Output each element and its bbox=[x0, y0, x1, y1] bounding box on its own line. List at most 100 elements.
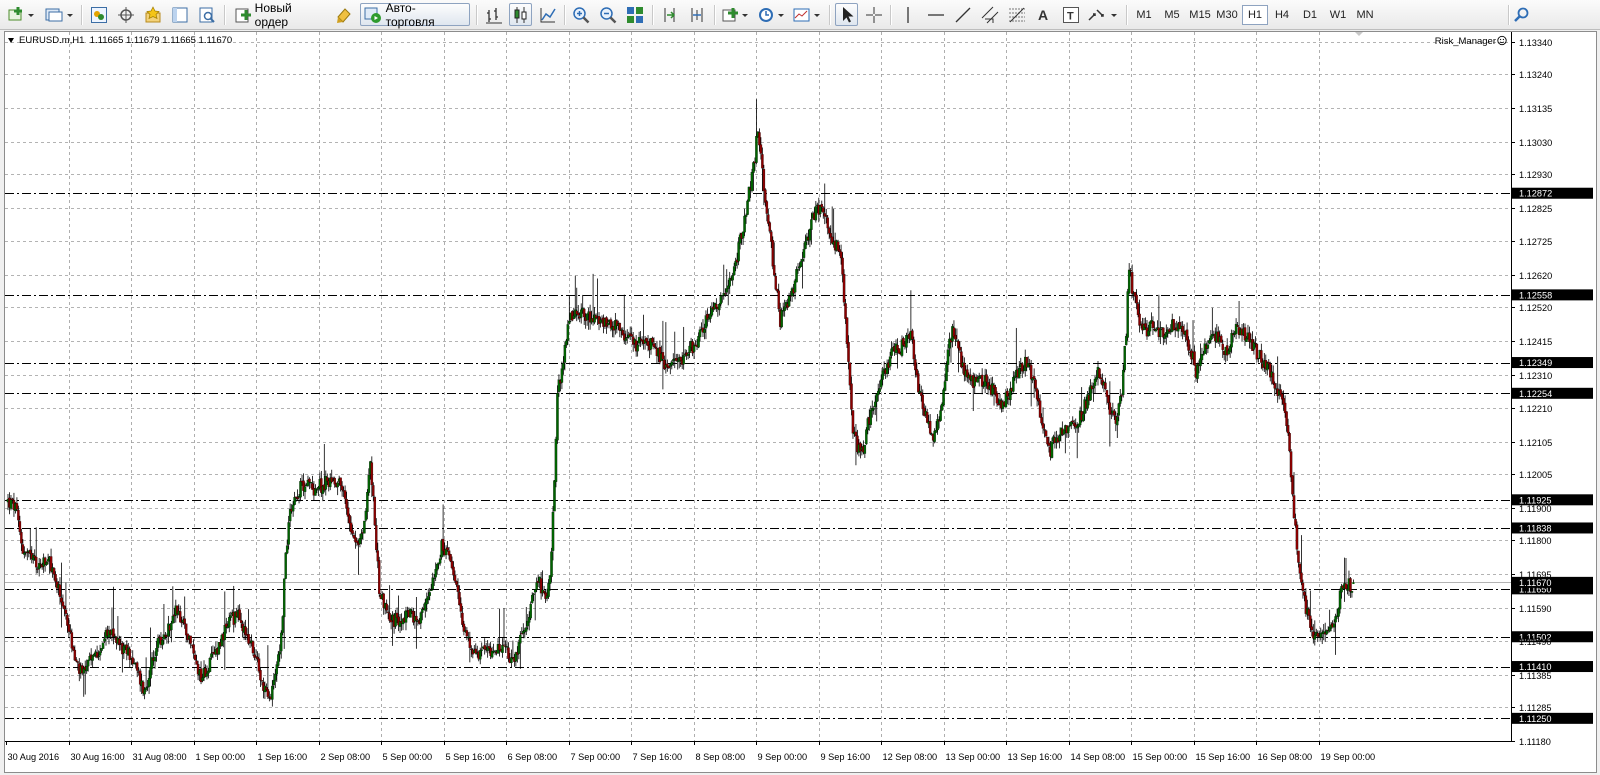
candle bbox=[161, 638, 164, 650]
periods-button[interactable] bbox=[756, 3, 788, 26]
candle bbox=[885, 359, 889, 378]
text-label-button[interactable]: T bbox=[1059, 3, 1082, 26]
timeframe-w1-button[interactable]: W1 bbox=[1325, 5, 1351, 25]
price-chart[interactable]: 1.128721.125581.123491.122541.119251.118… bbox=[5, 32, 1596, 772]
candle bbox=[1159, 321, 1162, 345]
new-order-button[interactable]: Новый ордер bbox=[230, 0, 330, 29]
candle bbox=[1067, 426, 1070, 438]
zoom-in-button[interactable] bbox=[569, 3, 592, 26]
chart-shift-button[interactable] bbox=[685, 3, 708, 26]
strategy-tester-button[interactable] bbox=[195, 3, 218, 26]
bar-chart-button[interactable] bbox=[482, 3, 505, 26]
line-chart-button[interactable] bbox=[536, 3, 559, 26]
candle bbox=[282, 578, 286, 649]
candle bbox=[675, 353, 678, 362]
autotrading-button[interactable]: Авто-торговля bbox=[360, 0, 470, 29]
text-button[interactable]: A bbox=[1032, 3, 1055, 26]
navigator-button[interactable] bbox=[114, 3, 137, 26]
chart-shift-marker[interactable] bbox=[1355, 32, 1363, 36]
candle bbox=[1300, 535, 1303, 586]
zoom-in-icon bbox=[572, 6, 589, 23]
terminal-button[interactable] bbox=[168, 3, 191, 26]
favorites-button[interactable] bbox=[141, 3, 164, 26]
candle bbox=[1127, 263, 1131, 295]
candle bbox=[1145, 320, 1149, 340]
candle bbox=[1070, 421, 1073, 430]
price-tick-label: 1.13240 bbox=[1519, 70, 1552, 80]
candle bbox=[859, 441, 862, 459]
candle bbox=[585, 313, 589, 326]
candle bbox=[330, 469, 333, 484]
horizontal-line-button[interactable] bbox=[924, 3, 947, 26]
timeframe-h4-button[interactable]: H4 bbox=[1269, 5, 1295, 25]
last-candle bbox=[1352, 579, 1355, 584]
timeframe-mn-button[interactable]: MN bbox=[1352, 5, 1378, 25]
metaeditor-button[interactable] bbox=[332, 3, 356, 26]
new-order-label: Новый ордер bbox=[254, 0, 292, 29]
time-tick-label: 5 Sep 16:00 bbox=[446, 752, 496, 762]
main-toolbar: Новый ордер Авто-торговля A T M1 M5 M15 … bbox=[0, 0, 1600, 30]
profiles-button[interactable] bbox=[42, 3, 76, 26]
candle bbox=[1181, 321, 1184, 340]
time-axis: 30 Aug 2016 30 Aug 16:00 31 Aug 08:00 1 Sep… bbox=[5, 741, 1511, 762]
crosshair-target-icon bbox=[117, 6, 134, 23]
candle bbox=[623, 294, 626, 345]
price-tick-label: 1.11180 bbox=[1519, 737, 1551, 747]
timeframe-m1-button[interactable]: M1 bbox=[1131, 5, 1157, 25]
search-icon bbox=[1513, 7, 1528, 22]
candle bbox=[1343, 557, 1346, 602]
candle bbox=[1035, 387, 1039, 407]
vertical-line-button[interactable] bbox=[896, 3, 919, 26]
search-button[interactable] bbox=[1510, 3, 1533, 26]
new-chart-button[interactable] bbox=[6, 3, 38, 26]
market-watch-button[interactable] bbox=[87, 3, 110, 26]
candle bbox=[431, 572, 434, 591]
timeframe-m15-button[interactable]: M15 bbox=[1187, 5, 1213, 25]
candle bbox=[159, 632, 163, 649]
candle bbox=[1151, 316, 1155, 335]
candle bbox=[1075, 422, 1079, 459]
timeframe-d1-button[interactable]: D1 bbox=[1297, 5, 1323, 25]
templates-button[interactable] bbox=[792, 3, 824, 26]
candle bbox=[777, 283, 780, 312]
price-tick-label: 1.11900 bbox=[1519, 504, 1552, 514]
indicators-button[interactable] bbox=[720, 3, 752, 26]
candle bbox=[170, 620, 173, 643]
trendline-button[interactable] bbox=[951, 3, 974, 26]
candle bbox=[1116, 413, 1119, 438]
auto-scroll-button[interactable] bbox=[658, 3, 681, 26]
smiley-icon bbox=[1497, 35, 1507, 46]
autotrading-label: Авто-торговля bbox=[385, 0, 435, 29]
cursor-button[interactable] bbox=[835, 3, 858, 26]
candle bbox=[404, 606, 408, 631]
candle bbox=[378, 556, 381, 597]
time-tick-label: 1 Sep 00:00 bbox=[196, 752, 246, 762]
time-tick-label: 16 Sep 08:00 bbox=[1258, 752, 1313, 762]
equidistant-channel-button[interactable] bbox=[978, 3, 1001, 26]
timeframe-m30-button[interactable]: M30 bbox=[1214, 5, 1240, 25]
time-tick-label: 9 Sep 16:00 bbox=[821, 752, 871, 762]
price-tick-label: 1.13030 bbox=[1519, 138, 1552, 148]
channel-icon bbox=[981, 6, 998, 23]
chart-window[interactable]: 1.12872 1.12558 1.12349 1.12254 1.11925 1.118… bbox=[4, 31, 1597, 773]
time-tick-label: 9 Sep 00:00 bbox=[758, 752, 808, 762]
candle bbox=[728, 271, 731, 294]
zoom-out-button[interactable] bbox=[596, 3, 619, 26]
candle bbox=[568, 296, 571, 325]
candle bbox=[82, 665, 85, 697]
crosshair-button[interactable] bbox=[862, 3, 885, 26]
tile-windows-button[interactable] bbox=[623, 3, 646, 26]
candle bbox=[715, 298, 718, 312]
candle bbox=[259, 667, 262, 688]
fibonacci-button[interactable] bbox=[1005, 3, 1028, 26]
candlestick-chart-button[interactable] bbox=[509, 3, 532, 26]
candle bbox=[83, 660, 87, 695]
candle bbox=[863, 444, 867, 458]
candle bbox=[1337, 607, 1340, 623]
time-tick-label: 13 Sep 16:00 bbox=[1008, 752, 1063, 762]
candle bbox=[1009, 381, 1012, 406]
timeframe-m5-button[interactable]: M5 bbox=[1159, 5, 1185, 25]
timeframe-h1-button[interactable]: H1 bbox=[1242, 5, 1268, 25]
arrows-button[interactable] bbox=[1086, 3, 1120, 26]
candle bbox=[284, 552, 287, 580]
